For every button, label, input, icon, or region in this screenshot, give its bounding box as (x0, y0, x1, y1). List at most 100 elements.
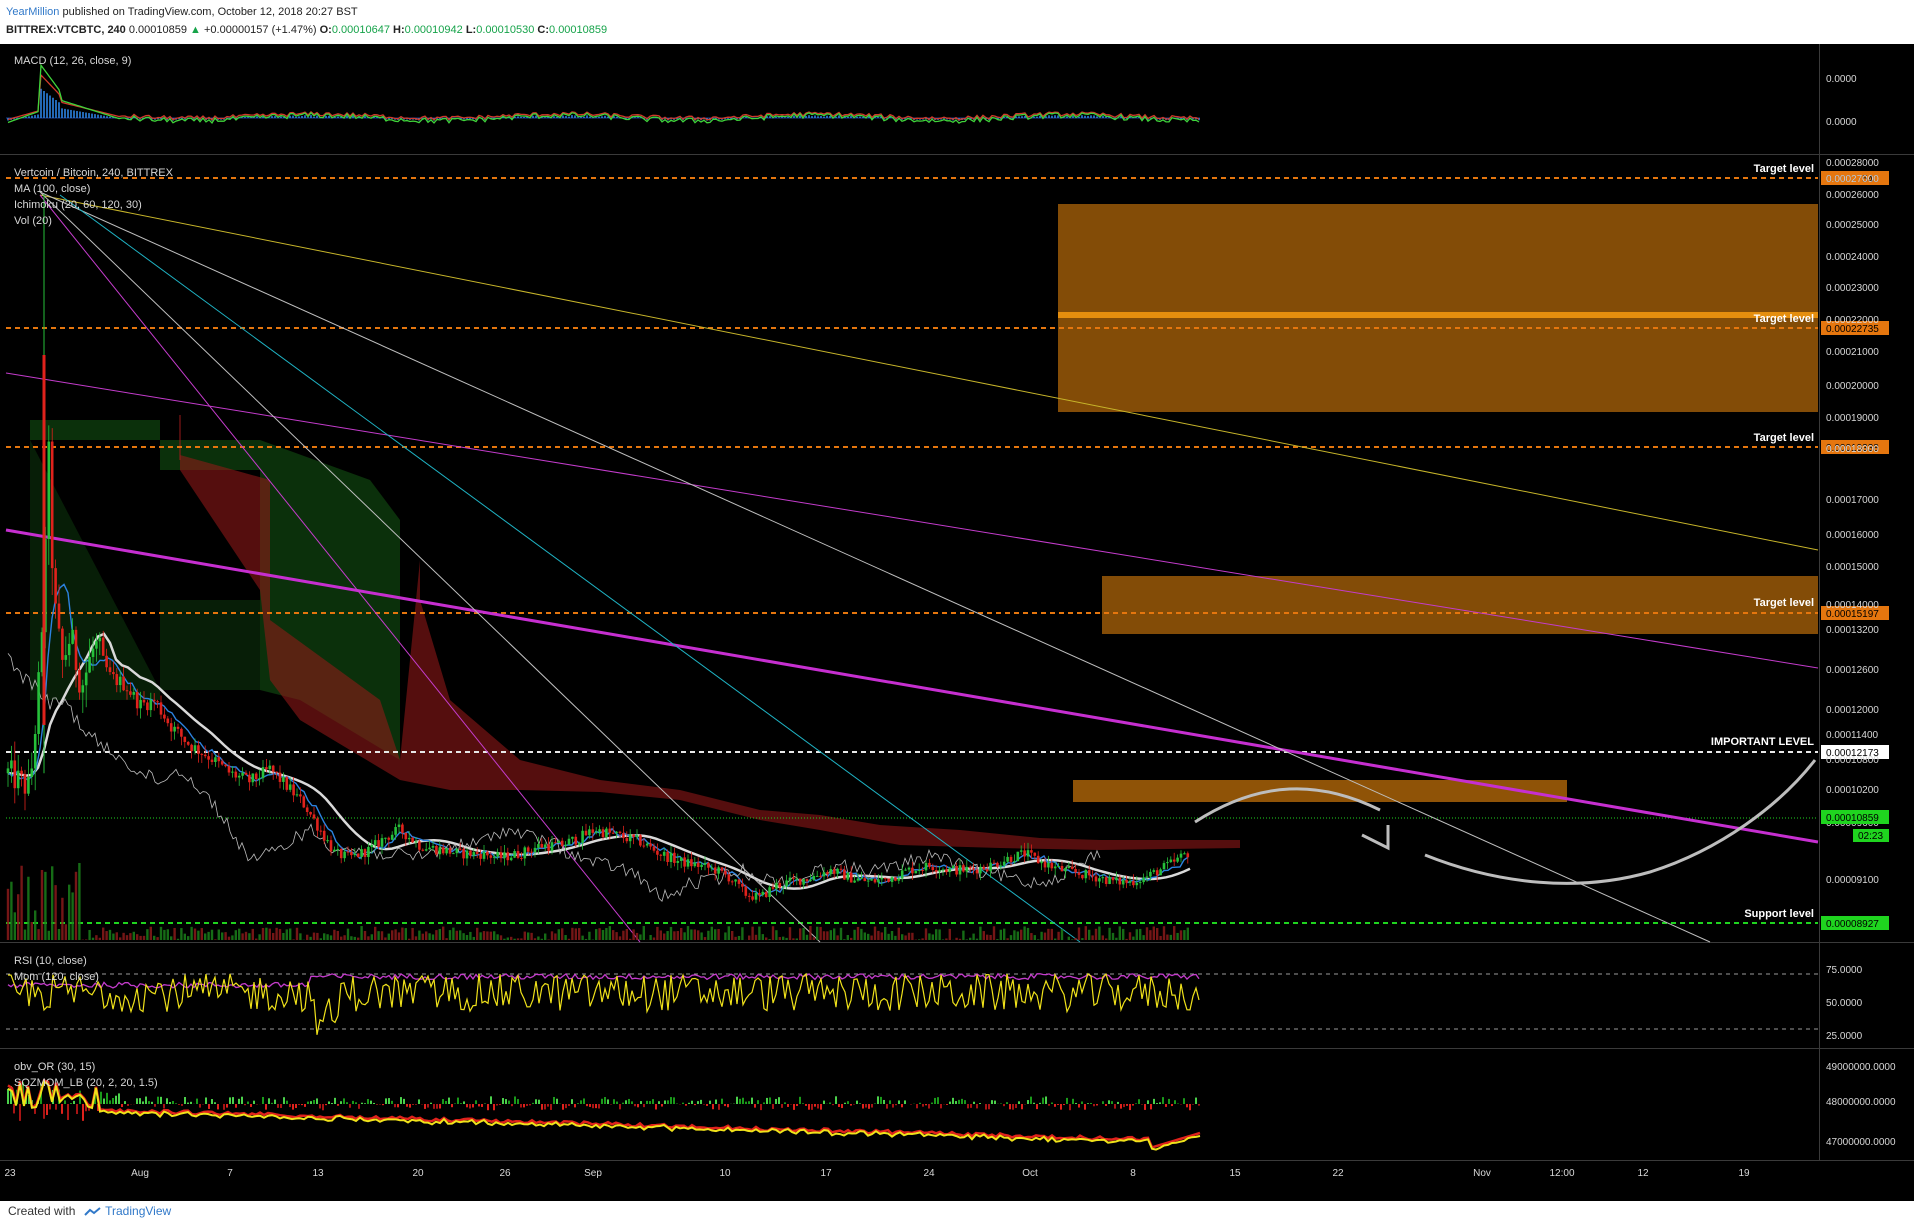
target-zone-upper (1058, 204, 1818, 412)
candle-body (921, 870, 924, 872)
sqz-bar (277, 1104, 279, 1108)
macd-hist-bar (1081, 115, 1083, 118)
candle-body (941, 869, 945, 871)
chart-svg[interactable]: MACD (12, 26, close, 9) Vertcoin / Bitco… (0, 44, 1914, 1201)
macd-hist-bar (1036, 116, 1038, 118)
sqz-bar (802, 1103, 804, 1104)
volume-bar (873, 926, 877, 940)
volume-bar (445, 938, 448, 940)
candle-body (996, 862, 999, 867)
sqz-bar (901, 1104, 903, 1108)
volume-bar (884, 926, 887, 940)
sqz-bar (1108, 1100, 1110, 1104)
sqz-bar (715, 1099, 717, 1104)
macd-hist-bar (247, 117, 249, 118)
volume-bar (244, 931, 248, 940)
author-link[interactable]: YearMillion (6, 6, 59, 18)
sqz-bar (1072, 1098, 1074, 1104)
candle-body (380, 838, 384, 847)
candle-body (54, 568, 57, 604)
candle-body (649, 843, 652, 847)
last-price: 0.00010859 (128, 24, 187, 36)
sqz-bar (415, 1104, 417, 1105)
sqz-bar (391, 1100, 393, 1104)
sqz-bar (655, 1104, 657, 1110)
sqz-bar (628, 1098, 630, 1104)
sqz-bar (763, 1102, 765, 1104)
volume-bar (6, 888, 10, 940)
volume-bar (197, 930, 200, 940)
candle-body (105, 655, 108, 668)
candle-body (686, 859, 690, 867)
x-axis-tick: 20 (412, 1168, 424, 1179)
sqz-bar (76, 1104, 78, 1115)
candle-body (95, 641, 98, 649)
volume-bar (1040, 931, 1043, 940)
volume-bar (312, 932, 316, 940)
volume-bar (459, 930, 462, 940)
sqz-bar (553, 1096, 555, 1104)
sqz-bar (442, 1099, 444, 1104)
sqz-bar (1147, 1100, 1149, 1104)
macd-hist-bar (817, 116, 819, 118)
candle-body (6, 768, 10, 774)
trendline-magenta-steep (39, 194, 641, 943)
candle-body (1155, 870, 1159, 876)
macd-hist-bar (346, 115, 348, 118)
candle-body (1125, 880, 1128, 883)
candle-body (588, 829, 591, 836)
sqz-bar (406, 1104, 408, 1107)
volume-bar (618, 936, 622, 940)
volume-bar (506, 937, 509, 940)
candle-body (938, 870, 941, 872)
candle-body (924, 862, 928, 871)
candle-body (1081, 874, 1084, 879)
candle-body (1030, 850, 1033, 853)
candle-body (367, 846, 370, 858)
volume-bar (176, 938, 180, 940)
sqz-bar (175, 1103, 177, 1104)
volume-bar (751, 926, 754, 940)
volume-bar (438, 928, 441, 940)
volume-bar (367, 936, 370, 940)
sqz-bar (1162, 1097, 1164, 1104)
volume-bar (601, 929, 605, 940)
volume-bar (574, 928, 577, 940)
sqz-bar (1075, 1102, 1077, 1104)
sqz-bar (859, 1103, 861, 1104)
sqz-bar (1168, 1098, 1170, 1104)
candle-body (849, 872, 853, 883)
volume-bar (115, 932, 118, 940)
candle-body (761, 891, 765, 896)
sqz-bar (1021, 1104, 1023, 1110)
candle-body (550, 842, 554, 851)
sqz-bar (817, 1104, 819, 1109)
candle-body (979, 866, 982, 874)
sqz-bar (922, 1104, 924, 1107)
volume-bar (61, 897, 64, 940)
rsi-axis-tick: 75.0000 (1826, 965, 1863, 976)
volume-bar (234, 930, 237, 940)
sqz-bar (976, 1104, 978, 1109)
volume-bar (918, 939, 921, 940)
x-axis-tick: Aug (131, 1168, 149, 1179)
chart-canvas[interactable]: MACD (12, 26, close, 9) Vertcoin / Bitco… (0, 44, 1914, 1201)
sqz-bar (322, 1104, 324, 1111)
candle-body (336, 849, 340, 851)
macd-hist-bar (784, 117, 786, 118)
volume-bar (193, 928, 197, 940)
sqz-bar (139, 1098, 141, 1104)
volume-bar (629, 938, 632, 940)
macd-hist-bar (1105, 117, 1107, 118)
macd-hist-bar (535, 115, 537, 118)
sqz-bar (517, 1099, 519, 1104)
volume-bar (581, 935, 584, 940)
x-axis-tick: 26 (499, 1168, 511, 1179)
tradingview-logo[interactable]: TradingView (84, 1204, 171, 1218)
volume-bar (397, 932, 401, 940)
candle-body (1142, 877, 1145, 883)
macd-hist-bar (94, 114, 96, 118)
volume-bar (68, 884, 71, 940)
volume-bar (775, 930, 778, 940)
sqz-bar (880, 1096, 882, 1104)
